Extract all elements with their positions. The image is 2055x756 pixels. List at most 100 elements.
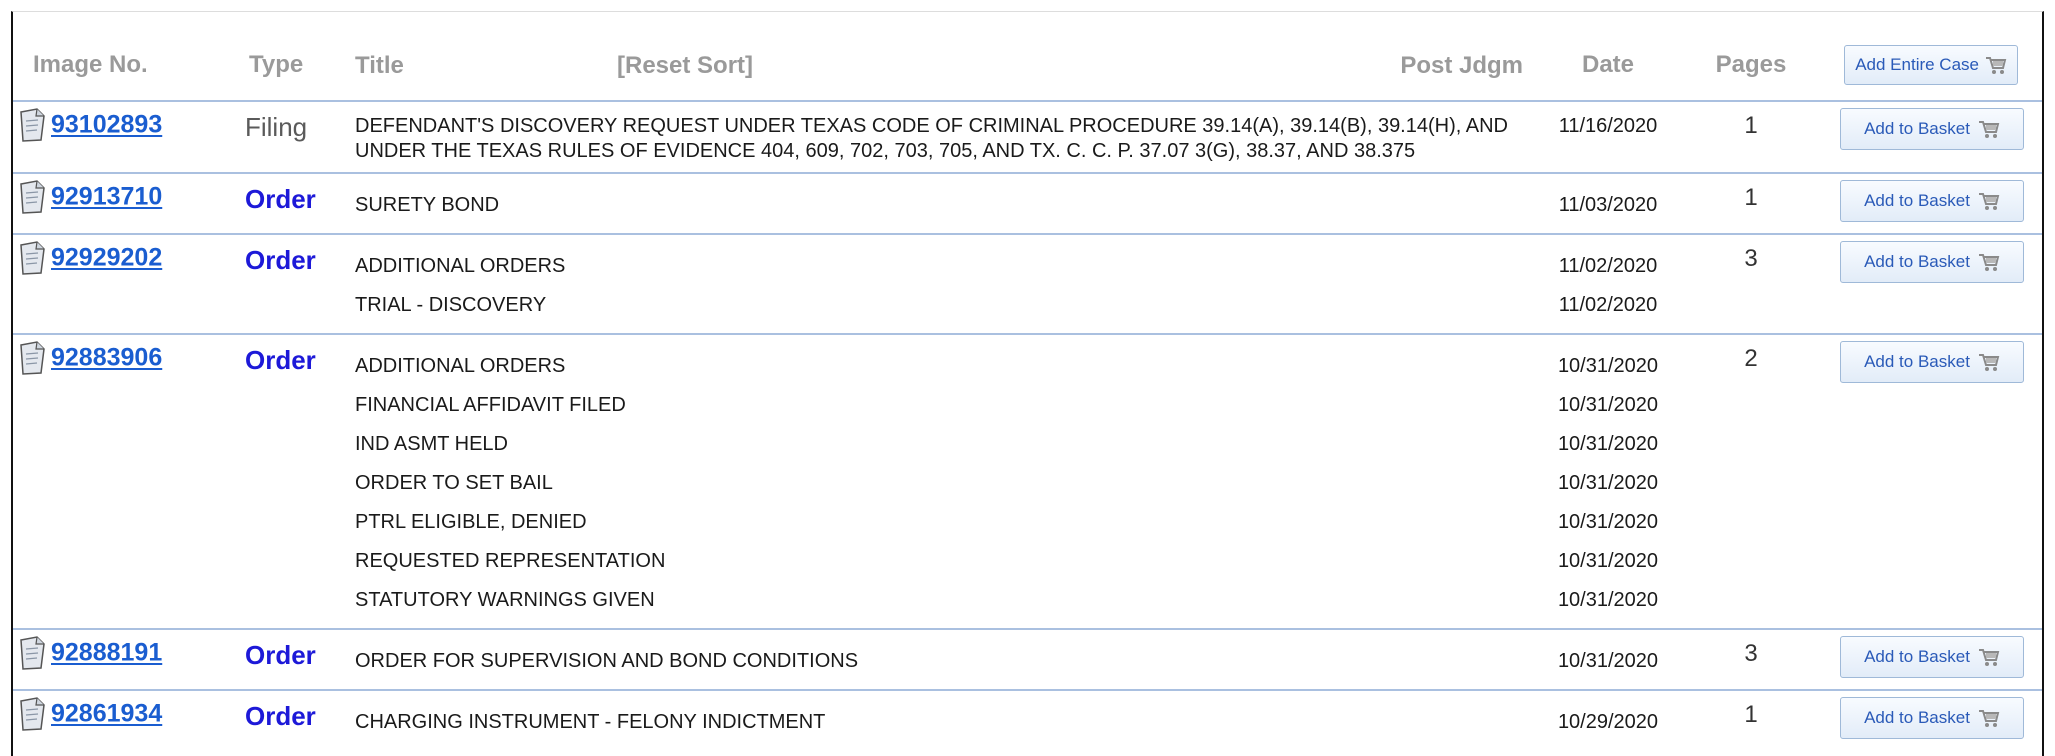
image-number-link[interactable]: 92883906 (51, 344, 162, 372)
page-count: 3 (1744, 245, 1758, 272)
title-cell: SURETY BOND (355, 172, 1523, 234)
type-cell: Filing (245, 101, 355, 173)
image-cell: 92929202 (13, 233, 245, 334)
document-date: 10/31/2020 (1557, 394, 1659, 416)
document-date: 10/31/2020 (1557, 511, 1659, 533)
basket-cell: Add to Basket (1809, 333, 2042, 629)
document-date: 10/29/2020 (1557, 711, 1659, 733)
reset-sort-link[interactable]: [Reset Sort] (617, 52, 753, 80)
add-to-basket-button[interactable]: Add to Basket (1840, 697, 2024, 739)
document-icon (20, 180, 45, 214)
page-count: 1 (1744, 184, 1758, 211)
document-icon (20, 697, 45, 731)
image-cell: 92888191 (13, 628, 245, 690)
column-header-pages[interactable]: Pages (1693, 30, 1809, 102)
pages-cell: 1 (1693, 689, 1809, 750)
page-count: 1 (1744, 701, 1758, 728)
image-number-link[interactable]: 92861934 (51, 700, 162, 728)
column-header-date[interactable]: Date (1523, 30, 1693, 102)
document-title: ADDITIONAL ORDERS (355, 355, 566, 377)
document-icon (20, 241, 45, 275)
title-cell: DEFENDANT'S DISCOVERY REQUEST UNDER TEXA… (355, 101, 1523, 173)
add-to-basket-label: Add to Basket (1864, 352, 1970, 371)
cart-icon (1986, 57, 2007, 74)
date-cell: 10/29/2020 (1523, 689, 1693, 750)
pages-cell: 1 (1693, 172, 1809, 234)
date-cell: 10/31/2020 10/31/2020 10/31/2020 10/31/2020… (1523, 333, 1693, 629)
pages-cell: 1 (1693, 101, 1809, 173)
date-cell: 11/02/2020 11/02/2020 (1523, 233, 1693, 334)
add-to-basket-label: Add to Basket (1864, 119, 1970, 138)
pages-cell: 2 (1693, 333, 1809, 629)
add-to-basket-label: Add to Basket (1864, 647, 1970, 666)
document-date: 10/31/2020 (1557, 433, 1659, 455)
document-title: ADDITIONAL ORDERS (355, 255, 566, 277)
column-header-type[interactable]: Type (245, 30, 355, 102)
document-icon (20, 108, 45, 142)
image-number-link[interactable]: 92888191 (51, 639, 162, 667)
column-header-actions: Add Entire Case (1809, 30, 2042, 102)
document-title: ORDER FOR SUPERVISION AND BOND CONDITION… (355, 650, 859, 672)
document-title: DEFENDANT'S DISCOVERY REQUEST UNDER TEXA… (355, 115, 1508, 162)
document-date: 10/31/2020 (1557, 650, 1659, 672)
date-cell: 11/16/2020 (1523, 101, 1693, 173)
post-jdgm-sort-link[interactable]: Post Jdgm (1400, 52, 1523, 80)
document-title: FINANCIAL AFFIDAVIT FILED (355, 394, 626, 416)
basket-cell: Add to Basket (1809, 233, 2042, 334)
add-to-basket-button[interactable]: Add to Basket (1840, 341, 2024, 383)
pages-cell: 3 (1693, 628, 1809, 690)
add-to-basket-button[interactable]: Add to Basket (1840, 636, 2024, 678)
type-cell: Order (245, 333, 355, 629)
document-icon (20, 636, 45, 670)
image-cell: 92883906 (13, 333, 245, 629)
document-title: SURETY BOND (355, 194, 500, 216)
pages-cell: 3 (1693, 233, 1809, 334)
column-header-title: Title [Reset Sort] Post Jdgm (355, 30, 1523, 102)
document-date: 11/02/2020 (1558, 255, 1658, 277)
cart-icon (1978, 193, 2000, 210)
date-cell: 10/31/2020 (1523, 628, 1693, 690)
cart-icon (1978, 254, 2000, 271)
document-type: Order (245, 640, 316, 670)
table-row: 92929202 Order ADDITIONAL ORDERS TRIAL - DI… (13, 233, 2042, 334)
column-header-image-no[interactable]: Image No. (13, 30, 245, 102)
document-title: CHARGING INSTRUMENT - FELONY INDICTMENT (355, 711, 826, 733)
image-cell: 92861934 (13, 689, 245, 750)
type-cell: Order (245, 628, 355, 690)
documents-table: Image No. Type Title [Reset Sort] Post J… (13, 30, 2042, 750)
add-to-basket-button[interactable]: Add to Basket (1840, 180, 2024, 222)
document-type: Filing (245, 112, 308, 142)
document-title: IND ASMT HELD (355, 433, 508, 455)
header-row: Image No. Type Title [Reset Sort] Post J… (13, 30, 2042, 102)
basket-cell: Add to Basket (1809, 628, 2042, 690)
image-cell: 93102893 (13, 101, 245, 173)
document-date: 10/31/2020 (1557, 472, 1659, 494)
table-row: 93102893 Filing DEFENDANT'S DISCOVERY REQU… (13, 101, 2042, 173)
image-number-link[interactable]: 92913710 (51, 183, 162, 211)
add-to-basket-button[interactable]: Add to Basket (1840, 108, 2024, 150)
image-number-link[interactable]: 93102893 (51, 111, 162, 139)
add-entire-case-button[interactable]: Add Entire Case (1844, 45, 2018, 85)
document-date: 11/03/2020 (1558, 194, 1658, 216)
type-cell: Order (245, 233, 355, 334)
title-cell: ADDITIONAL ORDERS TRIAL - DISCOVERY (355, 233, 1523, 334)
table-row: 92861934 Order CHARGING INSTRUMENT - FELON… (13, 689, 2042, 750)
add-to-basket-label: Add to Basket (1864, 708, 1970, 727)
documents-body: 93102893 Filing DEFENDANT'S DISCOVERY REQU… (13, 101, 2042, 750)
title-cell: ORDER FOR SUPERVISION AND BOND CONDITION… (355, 628, 1523, 690)
cart-icon (1978, 354, 2000, 371)
title-sort-link[interactable]: Title (355, 52, 404, 80)
table-row: 92913710 Order SURETY BOND 11/03/2020 1 Add t… (13, 172, 2042, 234)
document-title: PTRL ELIGIBLE, DENIED (355, 511, 587, 533)
page-count: 2 (1744, 345, 1758, 372)
basket-cell: Add to Basket (1809, 689, 2042, 750)
type-cell: Order (245, 689, 355, 750)
add-to-basket-label: Add to Basket (1864, 252, 1970, 271)
table-row: 92883906 Order ADDITIONAL ORDERS FINANCIAL … (13, 333, 2042, 629)
page-count: 3 (1744, 640, 1758, 667)
cart-icon (1978, 649, 2000, 666)
date-cell: 11/03/2020 (1523, 172, 1693, 234)
add-to-basket-button[interactable]: Add to Basket (1840, 241, 2024, 283)
image-number-link[interactable]: 92929202 (51, 244, 162, 272)
document-date: 11/02/2020 (1558, 294, 1658, 316)
